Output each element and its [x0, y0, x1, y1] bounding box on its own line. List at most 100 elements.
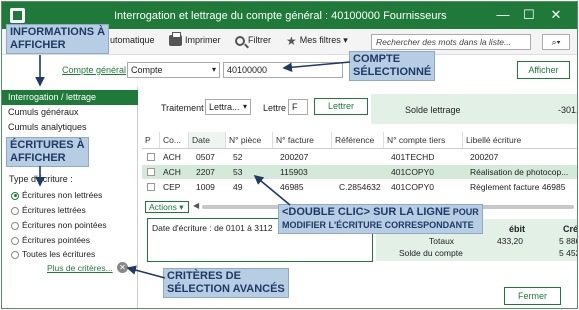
- sidebar-item-analytic-totals[interactable]: Cumuls analytiques: [2, 120, 138, 135]
- star-icon: ★: [286, 33, 297, 48]
- cell-third-party: 401COPY0: [391, 182, 434, 192]
- sidebar-item-general-totals[interactable]: Cumuls généraux: [2, 105, 138, 120]
- cell-date: 0507: [196, 152, 215, 162]
- column-header-sorted[interactable]: Date: [189, 132, 226, 148]
- treatment-label: Traitement: [161, 103, 204, 113]
- print-button[interactable]: Imprimer: [169, 32, 221, 47]
- account-selection-row: Compte général Compte ▾ 40100000 Affiche…: [2, 56, 577, 86]
- callout-line: AFFICHER: [10, 152, 66, 164]
- column-header[interactable]: Référence: [332, 132, 384, 148]
- cell-journal: ACH: [163, 167, 181, 177]
- cell-reference: [336, 150, 339, 164]
- radio-button-icon: [11, 250, 19, 259]
- column-header[interactable]: Co...: [160, 132, 189, 148]
- account-type-select[interactable]: Compte ▾: [127, 62, 220, 78]
- radio-unlettered[interactable]: Écritures non lettrées: [11, 190, 102, 200]
- radio-label: Écritures non pointées: [22, 220, 107, 230]
- row-checkbox[interactable]: [147, 183, 155, 191]
- column-header[interactable]: N° facture: [273, 132, 332, 148]
- credit-header: Cré: [563, 224, 578, 234]
- minimize-icon[interactable]: —: [492, 6, 514, 24]
- callout-line: CRITÈRES DE: [167, 270, 241, 282]
- totals-credit: 5 886,: [559, 236, 577, 246]
- lettering-balance-value: -301,: [558, 105, 578, 115]
- radio-button-icon: [11, 206, 19, 215]
- cell-invoice: 200207: [280, 152, 309, 162]
- close-icon[interactable]: ✕: [545, 6, 567, 24]
- clear-criteria-icon[interactable]: ✕: [117, 262, 128, 273]
- callout-line: INFORMATIONS À: [10, 26, 106, 38]
- entry-type-label: Type d'écriture :: [9, 174, 73, 184]
- totals-label: Totaux: [429, 236, 455, 246]
- cell-piece: 49: [233, 182, 243, 192]
- maximize-icon[interactable]: ☐: [518, 6, 540, 24]
- lettering-balance-box: Solde lettrage -301,: [371, 94, 577, 124]
- column-header[interactable]: Libellé écriture: [463, 132, 577, 148]
- print-label: Imprimer: [185, 35, 221, 45]
- callout-double-click: <DOUBLE CLIC> SUR LA LIGNE POUR MODIFIER…: [278, 204, 483, 234]
- treatment-select[interactable]: Lettra... ▾: [205, 99, 251, 115]
- account-balance-credit: 5 452: [559, 248, 577, 258]
- chevron-down-icon: ▾: [343, 35, 348, 45]
- radio-label: Écritures pointées: [22, 235, 91, 245]
- column-header[interactable]: N° compte tiers: [384, 132, 463, 148]
- letter-input[interactable]: F: [288, 99, 308, 115]
- totals-debit: 433,20: [497, 236, 523, 246]
- entry-date-text: Date d'écriture : de 0101 à 3112: [152, 223, 273, 233]
- row-checkbox[interactable]: [147, 168, 155, 176]
- lettering-balance-label: Solde lettrage: [405, 105, 461, 115]
- radio-button-icon: [11, 191, 19, 200]
- radio-label: Toutes les écritures: [22, 249, 96, 259]
- cell-label: 200207: [470, 152, 499, 162]
- filter-label: Filtrer: [248, 35, 271, 45]
- row-checkbox[interactable]: [147, 153, 155, 161]
- left-panel: Interrogation / lettrage Cumuls généraux…: [2, 87, 138, 308]
- callout-entries-display: ÉCRITURES À AFFICHER: [6, 137, 89, 167]
- callout-advanced-criteria: CRITÈRES DE SÉLECTION AVANCÉS: [163, 268, 289, 298]
- letter-button[interactable]: Lettrer: [314, 98, 368, 115]
- cell-piece: 52: [233, 152, 243, 162]
- column-header[interactable]: N° pièce: [226, 132, 273, 148]
- window-title: Interrogation et lettrage du compte géné…: [114, 10, 447, 22]
- callout-text: POUR: [450, 207, 479, 217]
- search-input[interactable]: Rechercher des mots dans la liste...: [371, 34, 531, 50]
- radio-button-icon: [11, 236, 19, 245]
- radio-label: Écritures lettrées: [22, 205, 86, 215]
- cell-date: 2207: [196, 167, 215, 177]
- search-go-button[interactable]: ⌕▾: [542, 34, 570, 50]
- actions-button[interactable]: Actions ▾: [145, 201, 189, 213]
- automatic-button[interactable]: utomatique: [110, 35, 155, 45]
- close-button[interactable]: Fermer: [504, 287, 561, 305]
- radio-all[interactable]: Toutes les écritures: [11, 249, 95, 259]
- cell-date: 1009: [196, 182, 215, 192]
- cell-third-party: 401COPY0: [391, 167, 434, 177]
- sidebar-item-interrogation[interactable]: Interrogation / lettrage: [2, 90, 138, 105]
- more-criteria-link[interactable]: Plus de critères...: [47, 263, 113, 273]
- radio-button-icon: [11, 221, 19, 230]
- cell-journal: ACH: [163, 152, 181, 162]
- callout-line: AFFICHER: [10, 39, 66, 51]
- my-filters-button[interactable]: ★ Mes filtres ▾: [286, 33, 348, 48]
- filter-button[interactable]: Filtrer: [235, 35, 271, 46]
- account-number-input[interactable]: 40100000: [223, 62, 343, 78]
- cell-label: Règlement facture 46985: [470, 182, 566, 192]
- radio-unchecked[interactable]: Écritures non pointées: [11, 220, 107, 230]
- table-row[interactable]: ACH 0507 52 200207 401TECHD 200207: [142, 150, 577, 164]
- chevron-down-icon: ▾: [179, 202, 184, 212]
- callout-line: COMPTE: [353, 53, 401, 65]
- letter-label: Lettre: [263, 103, 287, 113]
- account-balance-label: Solde du compte: [399, 248, 463, 258]
- callout-line: MODIFIER L'ÉCRITURE CORRESPONDANTE: [282, 220, 474, 230]
- radio-checked[interactable]: Écritures pointées: [11, 235, 90, 245]
- show-button[interactable]: Afficher: [517, 61, 570, 79]
- cell-journal: CEP: [163, 182, 181, 192]
- table-row[interactable]: CEP 1009 49 46985 C.2854632 401COPY0 Règ…: [142, 180, 577, 194]
- chevron-down-icon: ▾: [556, 37, 561, 47]
- account-label-link[interactable]: Compte général: [62, 65, 126, 75]
- scroll-left-icon[interactable]: ◀: [193, 201, 199, 210]
- table-row-selected[interactable]: ACH 2207 53 115903 401COPY0 Réalisation …: [142, 165, 577, 179]
- radio-lettered[interactable]: Écritures lettrées: [11, 205, 86, 215]
- callout-line: <DOUBLE CLIC> SUR LA LIGNE POUR: [282, 206, 479, 219]
- debit-header: ébit: [509, 224, 526, 234]
- column-header[interactable]: P: [142, 132, 160, 148]
